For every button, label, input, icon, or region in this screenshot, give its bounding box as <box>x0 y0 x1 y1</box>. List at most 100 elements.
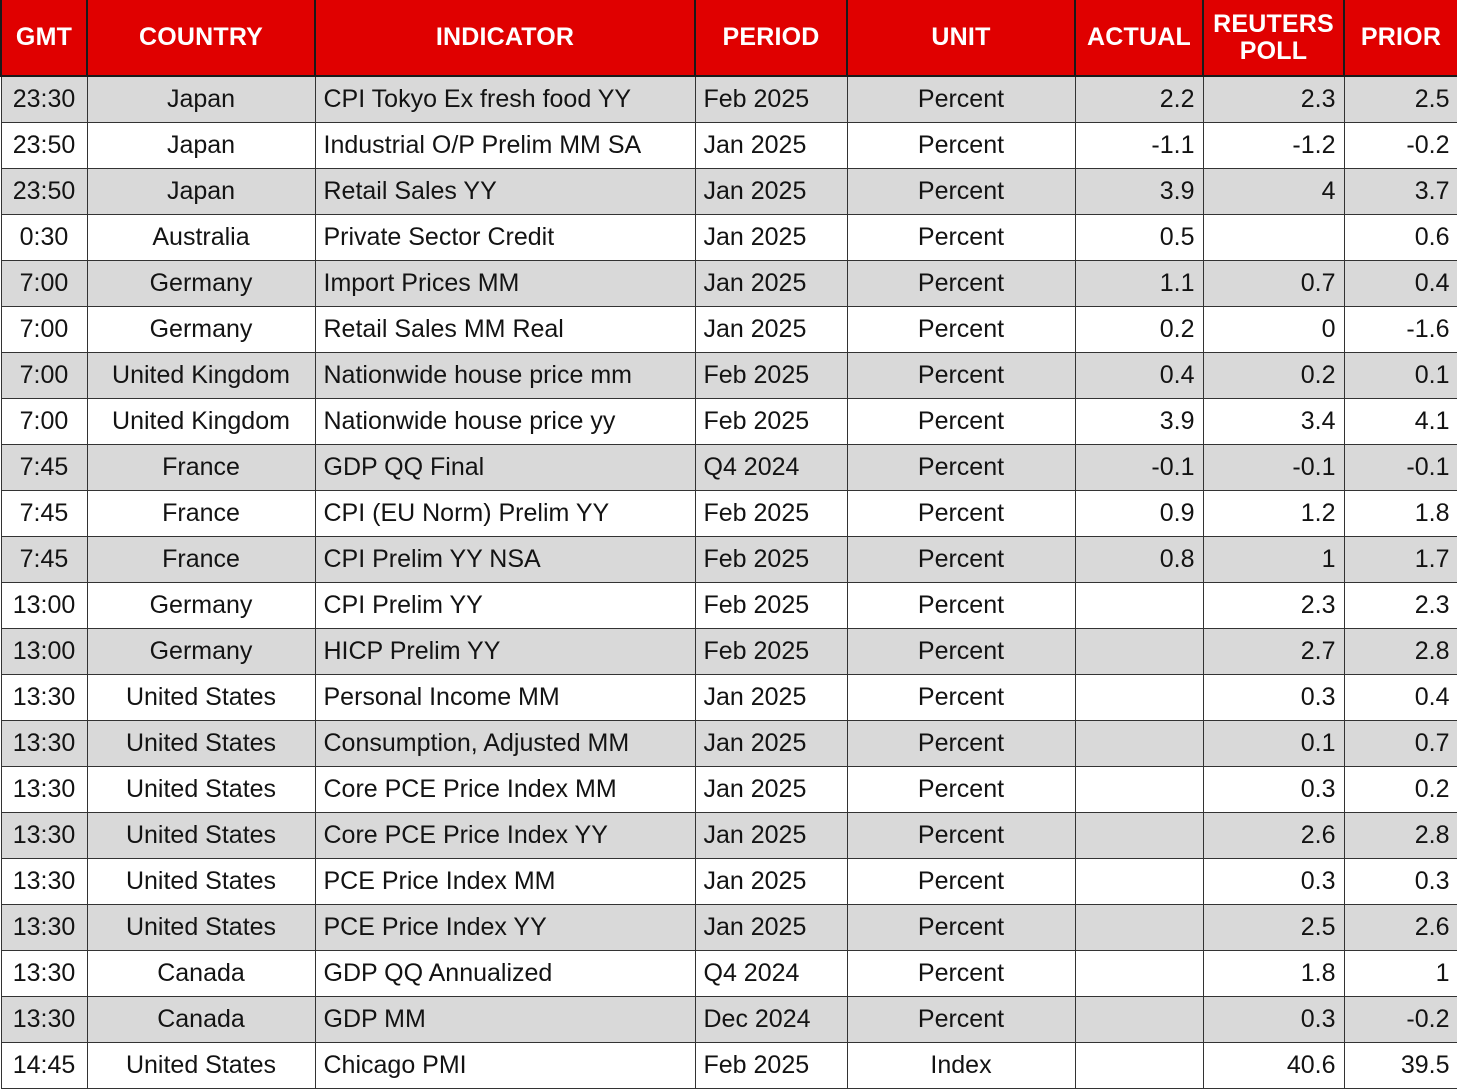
cell-unit: Percent <box>847 904 1076 951</box>
cell-prior: 0.3 <box>1344 858 1457 905</box>
table-row[interactable]: 13:00 Germany CPI Prelim YY Feb 2025 Percent… <box>0 582 1457 629</box>
cell-reuters-poll: 1.2 <box>1203 490 1345 537</box>
cell-country: Germany <box>87 260 316 307</box>
cell-indicator: Chicago PMI <box>315 1042 696 1089</box>
column-header-reuters-poll[interactable]: REUTERS POLL <box>1203 0 1345 77</box>
column-header-indicator[interactable]: INDICATOR <box>315 0 696 77</box>
cell-country: Japan <box>87 168 316 215</box>
cell-prior: 0.6 <box>1344 214 1457 261</box>
cell-unit: Percent <box>847 858 1076 905</box>
cell-country: Japan <box>87 122 316 169</box>
table-row[interactable]: 13:30 United States Personal Income MM Jan … <box>0 674 1457 721</box>
cell-unit: Percent <box>847 766 1076 813</box>
cell-unit: Percent <box>847 720 1076 767</box>
cell-period: Jan 2025 <box>695 766 848 813</box>
table-row[interactable]: 13:30 United States Core PCE Price Index Y… <box>0 812 1457 859</box>
cell-prior: 0.1 <box>1344 352 1457 399</box>
cell-unit: Percent <box>847 398 1076 445</box>
cell-indicator: Industrial O/P Prelim MM SA <box>315 122 696 169</box>
cell-actual: 3.9 <box>1075 398 1204 445</box>
cell-gmt: 7:45 <box>0 536 88 583</box>
table-row[interactable]: 7:45 France CPI Prelim YY NSA Feb 2025 Perce… <box>0 536 1457 583</box>
table-row[interactable]: 23:50 Japan Industrial O/P Prelim MM SA Jan… <box>0 122 1457 169</box>
cell-period: Dec 2024 <box>695 996 848 1043</box>
cell-period: Jan 2025 <box>695 214 848 261</box>
table-row[interactable]: 13:30 United States Core PCE Price Index M… <box>0 766 1457 813</box>
table-row[interactable]: 13:30 United States PCE Price Index MM Jan … <box>0 858 1457 905</box>
cell-actual <box>1075 674 1204 721</box>
cell-country: United Kingdom <box>87 352 316 399</box>
cell-reuters-poll: 0.3 <box>1203 674 1345 721</box>
cell-unit: Percent <box>847 812 1076 859</box>
cell-actual <box>1075 582 1204 629</box>
cell-prior: 4.1 <box>1344 398 1457 445</box>
cell-country: Germany <box>87 582 316 629</box>
table-row[interactable]: 13:00 Germany HICP Prelim YY Feb 2025 Percen… <box>0 628 1457 675</box>
column-header-actual[interactable]: ACTUAL <box>1075 0 1204 77</box>
column-header-gmt[interactable]: GMT <box>0 0 88 77</box>
table-row[interactable]: 13:30 Canada GDP MM Dec 2024 Percent 0.3 -0.2 <box>0 996 1457 1043</box>
cell-period: Jan 2025 <box>695 812 848 859</box>
reuters-poll-line-1: REUTERS <box>1213 10 1334 39</box>
cell-country: United States <box>87 720 316 767</box>
table-row[interactable]: 13:30 Canada GDP QQ Annualized Q4 2024 Perce… <box>0 950 1457 997</box>
cell-period: Feb 2025 <box>695 490 848 537</box>
cell-reuters-poll: 3.4 <box>1203 398 1345 445</box>
cell-gmt: 7:45 <box>0 490 88 537</box>
cell-gmt: 7:00 <box>0 352 88 399</box>
table-row[interactable]: 7:45 France GDP QQ Final Q4 2024 Percent -0.1… <box>0 444 1457 491</box>
cell-period: Feb 2025 <box>695 582 848 629</box>
table-row[interactable]: 7:45 France CPI (EU Norm) Prelim YY Feb 202… <box>0 490 1457 537</box>
cell-unit: Percent <box>847 168 1076 215</box>
cell-unit: Percent <box>847 674 1076 721</box>
column-header-unit[interactable]: UNIT <box>847 0 1076 77</box>
table-row[interactable]: 7:00 United Kingdom Nationwide house price… <box>0 352 1457 399</box>
cell-unit: Percent <box>847 536 1076 583</box>
reuters-poll-line-2: POLL <box>1239 36 1308 65</box>
table-header: GMT COUNTRY INDICATOR PERIOD UNIT ACTUAL… <box>0 0 1457 77</box>
cell-indicator: GDP QQ Annualized <box>315 950 696 997</box>
cell-actual: 0.2 <box>1075 306 1204 353</box>
cell-period: Feb 2025 <box>695 398 848 445</box>
cell-period: Feb 2025 <box>695 536 848 583</box>
table-row[interactable]: 23:50 Japan Retail Sales YY Jan 2025 Percent… <box>0 168 1457 215</box>
cell-period: Feb 2025 <box>695 1042 848 1089</box>
cell-period: Jan 2025 <box>695 674 848 721</box>
cell-country: France <box>87 490 316 537</box>
cell-reuters-poll: 0.3 <box>1203 766 1345 813</box>
cell-indicator: GDP QQ Final <box>315 444 696 491</box>
cell-actual <box>1075 1042 1204 1089</box>
cell-period: Jan 2025 <box>695 858 848 905</box>
cell-period: Jan 2025 <box>695 720 848 767</box>
cell-indicator: Private Sector Credit <box>315 214 696 261</box>
cell-reuters-poll: -1.2 <box>1203 122 1345 169</box>
cell-reuters-poll: 0.3 <box>1203 996 1345 1043</box>
column-header-period[interactable]: PERIOD <box>695 0 848 77</box>
table-row[interactable]: 7:00 Germany Retail Sales MM Real Jan 2025 P… <box>0 306 1457 353</box>
table-row[interactable]: 7:00 Germany Import Prices MM Jan 2025 Perce… <box>0 260 1457 307</box>
cell-unit: Percent <box>847 260 1076 307</box>
cell-country: United States <box>87 858 316 905</box>
cell-actual <box>1075 904 1204 951</box>
table-row[interactable]: 23:30 Japan CPI Tokyo Ex fresh food YY Feb … <box>0 76 1457 123</box>
cell-indicator: Retail Sales MM Real <box>315 306 696 353</box>
table-row[interactable]: 13:30 United States PCE Price Index YY Jan … <box>0 904 1457 951</box>
cell-period: Jan 2025 <box>695 306 848 353</box>
cell-indicator: CPI Tokyo Ex fresh food YY <box>315 76 696 123</box>
cell-prior: 2.5 <box>1344 76 1457 123</box>
cell-unit: Percent <box>847 444 1076 491</box>
cell-reuters-poll: 0.3 <box>1203 858 1345 905</box>
table-row[interactable]: 14:45 United States Chicago PMI Feb 2025 Ind… <box>0 1042 1457 1089</box>
cell-reuters-poll: 40.6 <box>1203 1042 1345 1089</box>
table-row[interactable]: 0:30 Australia Private Sector Credit Jan 20… <box>0 214 1457 261</box>
cell-unit: Percent <box>847 996 1076 1043</box>
cell-reuters-poll: 0.7 <box>1203 260 1345 307</box>
cell-indicator: CPI Prelim YY <box>315 582 696 629</box>
cell-reuters-poll: 1 <box>1203 536 1345 583</box>
table-row[interactable]: 7:00 United Kingdom Nationwide house price… <box>0 398 1457 445</box>
cell-indicator: Consumption, Adjusted MM <box>315 720 696 767</box>
table-row[interactable]: 13:30 United States Consumption, Adjusted … <box>0 720 1457 767</box>
cell-indicator: CPI Prelim YY NSA <box>315 536 696 583</box>
column-header-country[interactable]: COUNTRY <box>87 0 316 77</box>
column-header-prior[interactable]: PRIOR <box>1344 0 1457 77</box>
